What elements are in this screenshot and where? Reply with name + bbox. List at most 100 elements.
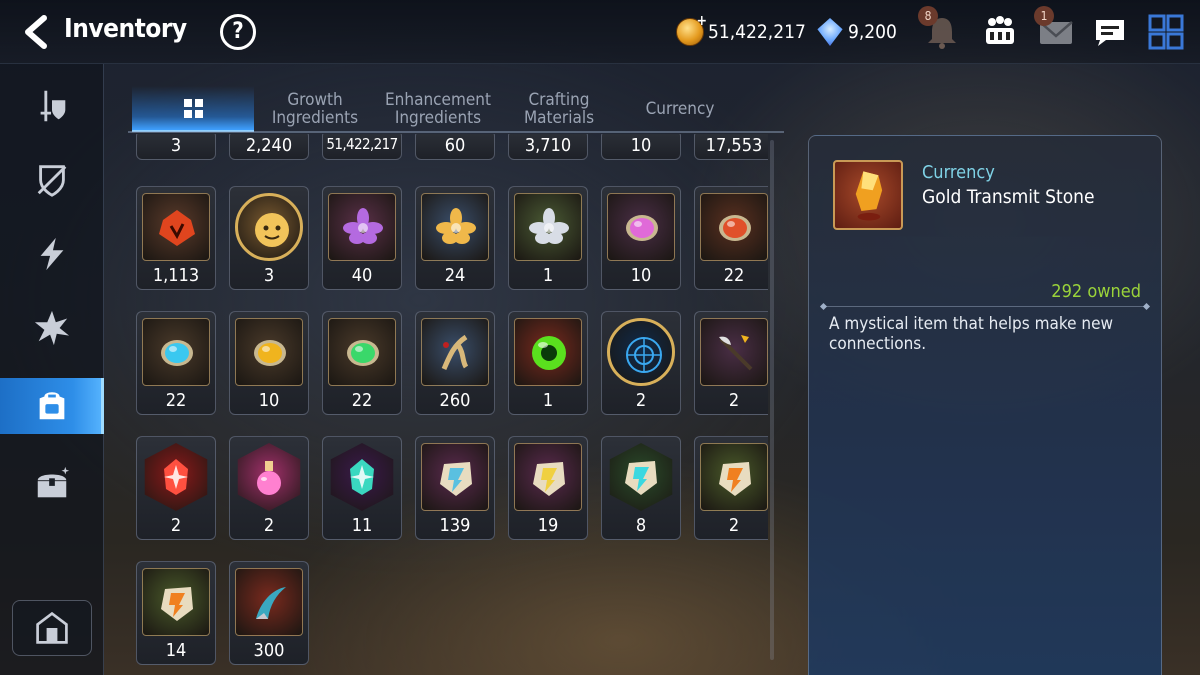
crystal-amount: 9,200	[848, 21, 897, 43]
backpack-icon	[39, 392, 65, 420]
burst-icon	[34, 310, 70, 346]
inventory-slot[interactable]: 40	[322, 186, 402, 290]
item-quantity: 3,710	[524, 135, 572, 156]
item-quantity: 2	[728, 515, 740, 536]
tab-all[interactable]	[132, 86, 254, 132]
sidebar-item-catalysts[interactable]	[0, 226, 104, 282]
oval-item-icon	[607, 193, 675, 261]
inventory-slot[interactable]: 2	[694, 436, 768, 540]
mail-button[interactable]: 1	[1034, 6, 1076, 52]
item-owned-count: 292 owned	[1051, 281, 1141, 302]
inventory-slot[interactable]: 10	[601, 134, 681, 160]
item-quantity: 3	[263, 265, 275, 286]
sidebar-item-artifacts[interactable]	[0, 152, 104, 208]
inventory-slot[interactable]: 14	[136, 561, 216, 665]
item-quantity: 2	[635, 390, 647, 411]
mail-badge: 1	[1034, 6, 1054, 26]
inventory-slot[interactable]: 300	[229, 561, 309, 665]
item-quantity: 22	[723, 265, 745, 286]
inventory-slot[interactable]: 3,710	[508, 134, 588, 160]
lightning-icon	[40, 237, 64, 271]
root-item-icon	[421, 318, 489, 386]
face-item-icon	[235, 193, 303, 261]
stone-item-icon	[700, 443, 768, 511]
inventory-slot[interactable]: 3	[136, 134, 216, 160]
gold-coin-icon: +	[676, 13, 707, 46]
inventory-slot[interactable]: 22	[322, 311, 402, 415]
help-button[interactable]: ?	[220, 14, 256, 50]
inventory-slot[interactable]: 2	[601, 311, 681, 415]
flower-item-icon	[514, 193, 582, 261]
inventory-slot[interactable]: 1,113	[136, 186, 216, 290]
tab-currency[interactable]: Currency	[622, 86, 738, 132]
flower-item-icon	[421, 193, 489, 261]
inventory-scrollbar[interactable]	[770, 140, 774, 660]
inventory-slot[interactable]: 22	[694, 186, 768, 290]
all-items-grid-icon	[183, 98, 203, 118]
stone-item-icon	[142, 568, 210, 636]
item-quantity: 10	[258, 390, 280, 411]
item-quantity: 10	[630, 135, 652, 156]
item-quantity: 11	[351, 515, 373, 536]
inventory-slot[interactable]: 19	[508, 436, 588, 540]
home-button[interactable]	[12, 600, 92, 656]
tab-growth-ingredients[interactable]: Growth Ingredients	[260, 86, 370, 132]
sidebar-item-storage[interactable]	[0, 456, 104, 512]
gold-transmit-stone-icon	[833, 160, 903, 230]
inventory-slot[interactable]: 10	[229, 311, 309, 415]
oval-item-icon	[235, 318, 303, 386]
inventory-slot[interactable]: 11	[322, 436, 402, 540]
inventory-slot[interactable]: 2,240	[229, 134, 309, 160]
inventory-slot[interactable]: 2	[136, 436, 216, 540]
top-bar: Inventory ? + 51,422,217 9,200 8 1	[0, 0, 1200, 64]
inventory-slot[interactable]: 260	[415, 311, 495, 415]
inventory-slot[interactable]: 10	[601, 186, 681, 290]
inventory-slot[interactable]: 60	[415, 134, 495, 160]
item-quantity: 24	[444, 265, 466, 286]
inventory-slot[interactable]: 51,422,217	[322, 134, 402, 160]
inventory-slot[interactable]: 24	[415, 186, 495, 290]
chest-icon	[37, 466, 70, 498]
inventory-slot[interactable]: 8	[601, 436, 681, 540]
sidebar-item-equipment[interactable]	[0, 78, 104, 134]
inventory-slot[interactable]: 22	[136, 311, 216, 415]
menu-button[interactable]	[1146, 12, 1186, 52]
oval-item-icon	[700, 193, 768, 261]
tab-crafting-materials[interactable]: Crafting Materials	[506, 86, 612, 132]
item-quantity: 22	[351, 390, 373, 411]
sword-shield-icon	[40, 90, 66, 122]
crystal-display[interactable]: 9,200	[816, 15, 897, 49]
tabs-divider	[128, 131, 784, 133]
orb-item-icon	[514, 318, 582, 386]
gold-amount: 51,422,217	[708, 21, 806, 43]
inventory-slot[interactable]: 2	[229, 436, 309, 540]
inventory-slot[interactable]: 1	[508, 311, 588, 415]
inventory-slot[interactable]: 3	[229, 186, 309, 290]
inventory-slot[interactable]: 17,553	[694, 134, 768, 160]
portal-item-icon	[607, 318, 675, 386]
inventory-slot[interactable]: 2	[694, 311, 768, 415]
shard-item-icon	[144, 443, 208, 511]
item-quantity: 40	[351, 265, 373, 286]
stone-item-icon	[421, 443, 489, 511]
tab-enhancement-ingredients[interactable]: Enhancement Ingredients	[378, 86, 498, 132]
friends-button[interactable]	[980, 12, 1020, 52]
item-detail-panel: Currency Gold Transmit Stone 292 owned A…	[808, 135, 1162, 675]
back-arrow-icon[interactable]	[18, 12, 52, 52]
item-quantity: 1,113	[152, 265, 200, 286]
broken-shield-icon	[37, 165, 67, 197]
item-quantity: 60	[444, 135, 466, 156]
item-quantity: 14	[165, 640, 187, 661]
inventory-slot[interactable]: 139	[415, 436, 495, 540]
sidebar-item-inventory[interactable]	[0, 378, 104, 434]
inventory-slot[interactable]: 1	[508, 186, 588, 290]
item-quantity: 2,240	[245, 135, 293, 156]
flower-item-icon	[328, 193, 396, 261]
item-quantity: 139	[439, 515, 471, 536]
notification-button[interactable]: 8	[918, 6, 962, 52]
sidebar-item-special[interactable]	[0, 300, 104, 356]
item-quantity: 8	[635, 515, 647, 536]
gold-display[interactable]: + 51,422,217	[676, 13, 806, 49]
oval-item-icon	[142, 318, 210, 386]
chat-button[interactable]	[1090, 12, 1130, 52]
